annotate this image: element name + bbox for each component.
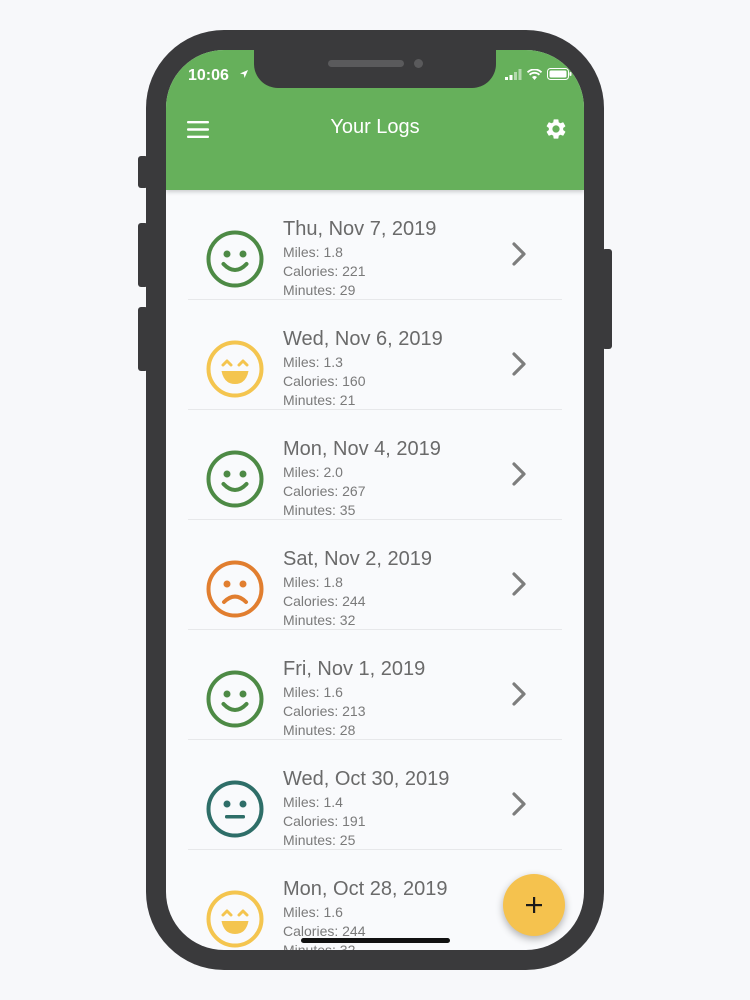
chevron-right-icon [512,572,526,596]
side-button-power [602,249,612,349]
phone-frame: 10:06 Your Logs Thu, Nov 7, 2019 Miles: … [138,30,612,970]
log-minutes: Minutes: 28 [283,722,356,738]
side-button-volume-down [138,307,148,371]
log-miles: Miles: 1.8 [283,574,343,590]
log-calories: Calories: 213 [283,703,366,719]
log-minutes: Minutes: 21 [283,392,356,408]
status-icons [505,68,572,80]
plus-icon [526,897,542,913]
log-calories: Calories: 244 [283,593,366,609]
log-calories: Calories: 221 [283,263,366,279]
log-miles: Miles: 1.3 [283,354,343,370]
log-calories: Calories: 267 [283,483,366,499]
mood-frown-icon [206,560,264,618]
page-title: Your Logs [330,116,420,138]
side-button-volume-up [138,223,148,287]
log-minutes: Minutes: 25 [283,832,356,848]
log-minutes: Minutes: 32 [283,612,356,628]
log-date: Sat, Nov 2, 2019 [283,548,432,570]
log-miles: Miles: 1.6 [283,684,343,700]
app-screen: 10:06 Your Logs Thu, Nov 7, 2019 Miles: … [166,50,584,950]
chevron-right-icon [512,352,526,376]
speaker [328,60,404,67]
log-item[interactable]: Fri, Nov 1, 2019 Miles: 1.6 Calories: 213 M… [188,630,562,740]
mood-grin-icon [206,890,264,948]
log-minutes: Minutes: 29 [283,282,356,298]
log-miles: Miles: 1.8 [283,244,343,260]
mood-grin-icon [206,340,264,398]
side-button-mute [138,156,148,188]
log-calories: Calories: 244 [283,923,366,939]
log-item[interactable]: Sat, Nov 2, 2019 Miles: 1.8 Calories: 244 M… [188,520,562,630]
log-date: Fri, Nov 1, 2019 [283,658,426,680]
log-item[interactable]: Mon, Nov 4, 2019 Miles: 2.0 Calories: 267 M… [188,410,562,520]
log-miles: Miles: 2.0 [283,464,343,480]
log-calories: Calories: 191 [283,813,366,829]
chevron-right-icon [512,682,526,706]
log-list: Thu, Nov 7, 2019 Miles: 1.8 Calories: 221 M… [188,190,562,950]
location-arrow-icon [240,70,248,78]
log-date: Mon, Oct 28, 2019 [283,878,448,900]
mood-smile-icon [206,230,264,288]
log-item[interactable]: Wed, Oct 30, 2019 Miles: 1.4 Calories: 191… [188,740,562,850]
phone-notch [254,50,496,88]
chevron-right-icon [512,462,526,486]
mood-smile-icon [206,670,264,728]
log-date: Mon, Nov 4, 2019 [283,438,441,460]
log-minutes: Minutes: 32 [283,942,356,950]
log-calories: Calories: 160 [283,373,366,389]
add-log-button[interactable] [503,874,565,936]
log-item[interactable]: Thu, Nov 7, 2019 Miles: 1.8 Calories: 221 M… [188,190,562,300]
log-date: Wed, Oct 30, 2019 [283,768,450,790]
front-camera [414,59,423,68]
log-minutes: Minutes: 35 [283,502,356,518]
gear-icon[interactable] [544,117,568,141]
chevron-right-icon [512,792,526,816]
log-miles: Miles: 1.4 [283,794,343,810]
battery-icon [547,68,572,80]
mood-smile-icon [206,450,264,508]
chevron-right-icon [512,242,526,266]
log-miles: Miles: 1.6 [283,904,343,920]
log-date: Thu, Nov 7, 2019 [283,218,437,240]
log-item[interactable]: Wed, Nov 6, 2019 Miles: 1.3 Calories: 160 M… [188,300,562,410]
status-time: 10:06 [188,67,229,84]
home-indicator [301,938,450,943]
mood-neutral-icon [206,780,264,838]
log-date: Wed, Nov 6, 2019 [283,328,443,350]
wifi-icon [527,68,542,80]
signal-icon [505,68,522,80]
